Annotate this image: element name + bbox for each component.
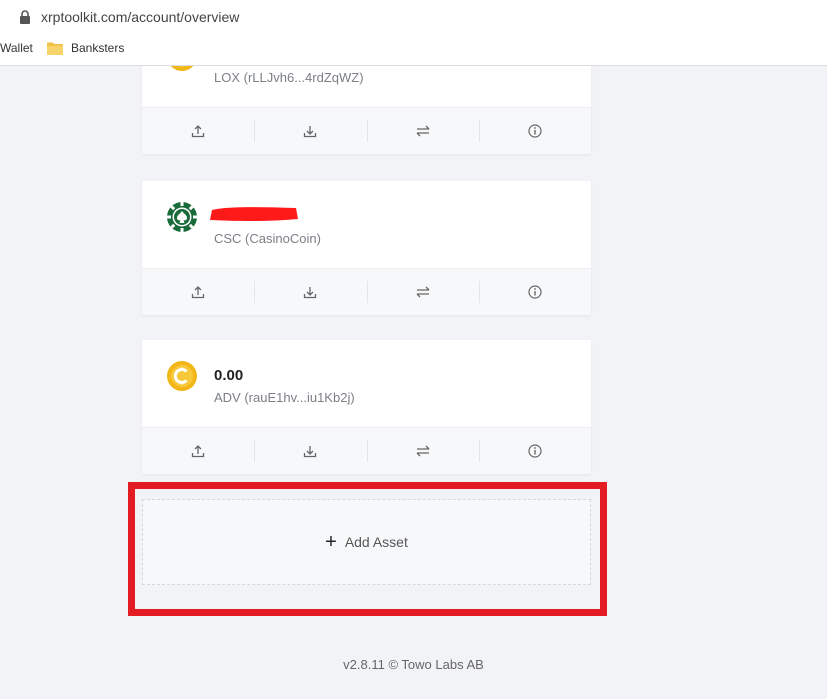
swap-icon (416, 445, 430, 457)
redaction-mark (210, 207, 298, 221)
lock-icon (20, 10, 30, 24)
folder-icon (47, 42, 63, 55)
swap-button[interactable] (366, 428, 479, 474)
info-icon (528, 124, 542, 138)
add-asset-label: Add Asset (344, 534, 408, 550)
send-button[interactable] (142, 269, 254, 315)
bookmark-banksters[interactable]: Banksters (71, 41, 124, 55)
send-icon (191, 125, 205, 138)
coin-c-icon (167, 361, 197, 391)
receive-button[interactable] (254, 269, 366, 315)
asset-actions (142, 428, 591, 474)
asset-card-adv[interactable]: 0.00 ADV (rauE1hv...iu1Kb2j) (142, 340, 591, 474)
send-button[interactable] (142, 428, 254, 474)
asset-actions (142, 108, 591, 154)
footer-version: v2.8.11 © Towo Labs AB (343, 657, 484, 672)
account-overview: LOX (rLLJvh6...4rdZqWZ) CSC (CasinoCoin)… (0, 66, 827, 699)
asset-actions (142, 269, 591, 315)
bookmarks-bar: Wallet Banksters (0, 34, 827, 66)
receive-button[interactable] (254, 108, 366, 154)
receive-icon (304, 126, 317, 138)
asset-card-lox[interactable]: LOX (rLLJvh6...4rdZqWZ) (142, 66, 591, 154)
info-button[interactable] (478, 269, 591, 315)
swap-icon (416, 125, 430, 137)
add-asset-button[interactable]: + Add Asset (142, 499, 591, 585)
address-bar[interactable]: xrptoolkit.com/account/overview (0, 0, 827, 34)
receive-icon (304, 287, 317, 299)
coin-icon (170, 66, 194, 71)
url-text[interactable]: xrptoolkit.com/account/overview (41, 9, 239, 25)
asset-card-csc[interactable]: CSC (CasinoCoin) (142, 181, 591, 315)
info-button[interactable] (478, 108, 591, 154)
info-icon (528, 285, 542, 299)
asset-name: CSC (CasinoCoin) (214, 231, 321, 246)
bookmark-wallet[interactable]: Wallet (0, 41, 33, 55)
info-button[interactable] (478, 428, 591, 474)
info-icon (528, 444, 542, 458)
asset-name: ADV (rauE1hv...iu1Kb2j) (214, 390, 355, 405)
receive-icon (304, 446, 317, 458)
swap-icon (416, 286, 430, 298)
swap-button[interactable] (366, 269, 479, 315)
asset-name: LOX (rLLJvh6...4rdZqWZ) (214, 70, 364, 85)
plus-icon: + (325, 531, 337, 553)
send-icon (191, 286, 205, 299)
send-button[interactable] (142, 108, 254, 154)
swap-button[interactable] (366, 108, 479, 154)
send-icon (191, 445, 205, 458)
poker-chip-icon (167, 202, 197, 232)
receive-button[interactable] (254, 428, 366, 474)
asset-balance: 0.00 (214, 367, 244, 384)
